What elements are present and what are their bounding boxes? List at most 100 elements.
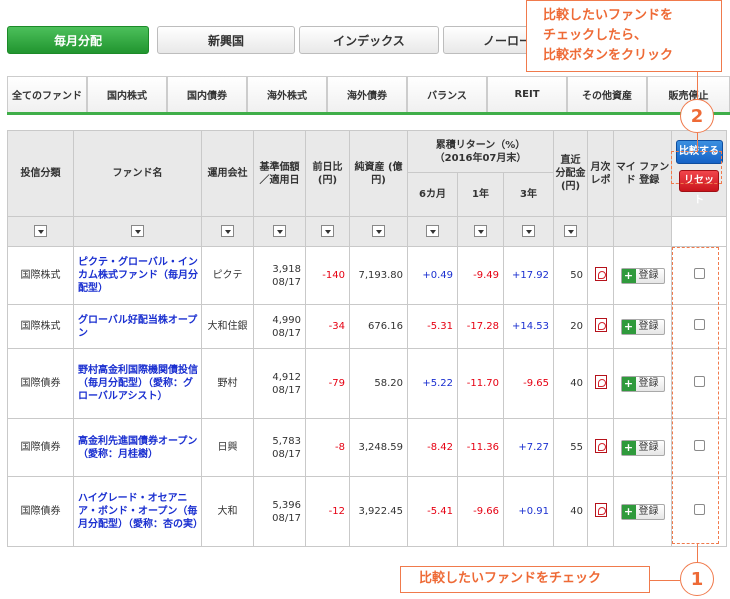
subtab-other-assets[interactable]: その他資産 bbox=[567, 76, 647, 112]
subtab-reit[interactable]: REIT bbox=[487, 76, 567, 112]
header-prev-day: 前日比 (円) bbox=[305, 130, 350, 217]
header-category: 投信分類 bbox=[7, 130, 74, 217]
row-dividend: 40 bbox=[553, 476, 589, 547]
row-company: ピクテ bbox=[201, 246, 254, 305]
dropdown-arrow-icon[interactable] bbox=[34, 225, 47, 237]
step-2-badge: 2 bbox=[680, 99, 714, 133]
header-return-1y: 1年 bbox=[457, 172, 504, 217]
subtab-domestic-stocks[interactable]: 国内株式 bbox=[87, 76, 167, 112]
row-category: 国際株式 bbox=[7, 246, 74, 305]
subtab-domestic-bonds[interactable]: 国内債券 bbox=[167, 76, 247, 112]
subtab-balance[interactable]: バランス bbox=[407, 76, 487, 112]
subtab-all-funds[interactable]: 全てのファンド bbox=[7, 76, 87, 112]
filter-dividend[interactable] bbox=[553, 216, 589, 247]
row-register: + 登録 bbox=[613, 246, 673, 305]
table-row: 国際株式 グローバル好配当株オープン 大和住銀 4,990 08/17 -34 6… bbox=[7, 304, 728, 349]
filter-nav[interactable] bbox=[253, 216, 306, 247]
row-dividend: 50 bbox=[553, 246, 589, 305]
row-prev-day: -12 bbox=[305, 476, 350, 547]
row-company: 日興 bbox=[201, 418, 254, 477]
filter-fund-name[interactable] bbox=[73, 216, 202, 247]
fund-table: 投信分類 ファンド名 運用会社 基準価額 ／適用日 前日比 (円) 純資産 (億… bbox=[7, 130, 728, 547]
tab-underline bbox=[7, 112, 730, 115]
row-net-assets: 7,193.80 bbox=[349, 246, 408, 305]
row-register: + 登録 bbox=[613, 304, 673, 349]
filter-return-6m[interactable] bbox=[407, 216, 458, 247]
row-dividend: 20 bbox=[553, 304, 589, 349]
tab-emerging[interactable]: 新興国 bbox=[157, 26, 295, 54]
header-fund-name: ファンド名 bbox=[73, 130, 202, 217]
dropdown-arrow-icon[interactable] bbox=[564, 225, 578, 237]
row-net-assets: 676.16 bbox=[349, 304, 408, 349]
header-dividend: 直近 分配金 (円) bbox=[553, 130, 589, 217]
row-prev-day: -34 bbox=[305, 304, 350, 349]
row-report bbox=[587, 348, 615, 419]
row-register: + 登録 bbox=[613, 348, 673, 419]
dropdown-arrow-icon[interactable] bbox=[221, 225, 234, 237]
pdf-icon[interactable] bbox=[594, 317, 607, 332]
dropdown-arrow-icon[interactable] bbox=[426, 225, 439, 237]
row-return-6m: -5.41 bbox=[407, 476, 458, 547]
header-my-fund: マイ ファンド 登録 bbox=[613, 130, 673, 217]
row-return-6m: -5.31 bbox=[407, 304, 458, 349]
filter-category[interactable] bbox=[7, 216, 74, 247]
pdf-icon[interactable] bbox=[594, 438, 607, 453]
connector-line bbox=[650, 580, 680, 581]
filter-empty bbox=[671, 216, 728, 247]
filter-net-assets[interactable] bbox=[349, 216, 408, 247]
fund-name-link[interactable]: ハイグレード・オセアニア・ボンド・オープン（毎月分配型）（愛称：杏の実） bbox=[73, 476, 203, 547]
pdf-icon[interactable] bbox=[594, 266, 607, 281]
fund-name-link[interactable]: 野村高金利国際機関債投信（毎月分配型）（愛称：グローバルアシスト） bbox=[73, 348, 202, 419]
row-nav: 4,990 08/17 bbox=[253, 304, 306, 349]
filter-return-3y[interactable] bbox=[502, 216, 555, 247]
table-row: 国際債券 高金利先進国債券オープン（愛称：月桂樹） 日興 5,783 08/17 … bbox=[7, 418, 728, 477]
pdf-icon[interactable] bbox=[594, 502, 607, 517]
tab-index[interactable]: インデックス bbox=[299, 26, 439, 54]
row-return-3y: +14.53 bbox=[502, 304, 555, 349]
instruction-callout-bottom: 比較したいファンドをチェック bbox=[400, 566, 650, 593]
filter-prev-day[interactable] bbox=[305, 216, 350, 247]
filter-empty bbox=[587, 216, 615, 247]
fund-name-link[interactable]: 高金利先進国債券オープン（愛称：月桂樹） bbox=[73, 418, 202, 477]
dropdown-arrow-icon[interactable] bbox=[321, 225, 334, 237]
filter-return-1y[interactable] bbox=[457, 216, 504, 247]
subtab-foreign-stocks[interactable]: 海外株式 bbox=[247, 76, 327, 112]
row-prev-day: -79 bbox=[305, 348, 350, 419]
dropdown-arrow-icon[interactable] bbox=[372, 225, 385, 237]
row-category: 国際株式 bbox=[7, 304, 74, 349]
dropdown-arrow-icon[interactable] bbox=[474, 225, 487, 237]
filter-company[interactable] bbox=[201, 216, 254, 247]
row-nav: 3,918 08/17 bbox=[253, 246, 306, 305]
row-return-3y: +17.92 bbox=[502, 246, 555, 305]
register-button[interactable]: + 登録 bbox=[620, 267, 665, 284]
tab-monthly-distribution[interactable]: 毎月分配 bbox=[7, 26, 149, 54]
dropdown-arrow-icon[interactable] bbox=[273, 225, 286, 237]
fund-name-link[interactable]: ピクテ・グローバル・インカム株式ファンド（毎月分配型） bbox=[73, 246, 202, 305]
instruction-callout-top: 比較したいファンドを チェックしたら、 比較ボタンをクリック bbox=[526, 0, 722, 72]
register-button[interactable]: + 登録 bbox=[620, 318, 665, 335]
row-report bbox=[587, 476, 615, 547]
plus-icon: + bbox=[621, 376, 636, 391]
register-button[interactable]: + 登録 bbox=[620, 375, 665, 392]
register-button[interactable]: + 登録 bbox=[620, 439, 665, 456]
connector-line bbox=[697, 72, 698, 99]
dropdown-arrow-icon[interactable] bbox=[131, 225, 144, 237]
header-nav: 基準価額 ／適用日 bbox=[253, 130, 306, 217]
row-category: 国際債券 bbox=[7, 348, 74, 419]
header-return-3y: 3年 bbox=[502, 172, 555, 217]
register-button[interactable]: + 登録 bbox=[620, 503, 665, 520]
header-return-6m: 6カ月 bbox=[407, 172, 458, 217]
table-row: 国際債券 ハイグレード・オセアニア・ボンド・オープン（毎月分配型）（愛称：杏の実… bbox=[7, 476, 728, 547]
row-report bbox=[587, 246, 615, 305]
row-register: + 登録 bbox=[613, 418, 673, 477]
row-return-1y: -17.28 bbox=[457, 304, 504, 349]
subtab-foreign-bonds[interactable]: 海外債券 bbox=[327, 76, 407, 112]
row-company: 野村 bbox=[201, 348, 254, 419]
row-return-1y: -11.36 bbox=[457, 418, 504, 477]
dropdown-arrow-icon[interactable] bbox=[522, 225, 536, 237]
row-nav: 5,396 08/17 bbox=[253, 476, 306, 547]
table-row: 国際債券 野村高金利国際機関債投信（毎月分配型）（愛称：グローバルアシスト） 野… bbox=[7, 348, 728, 419]
row-dividend: 40 bbox=[553, 348, 589, 419]
fund-name-link[interactable]: グローバル好配当株オープン bbox=[73, 304, 202, 349]
pdf-icon[interactable] bbox=[594, 374, 607, 389]
